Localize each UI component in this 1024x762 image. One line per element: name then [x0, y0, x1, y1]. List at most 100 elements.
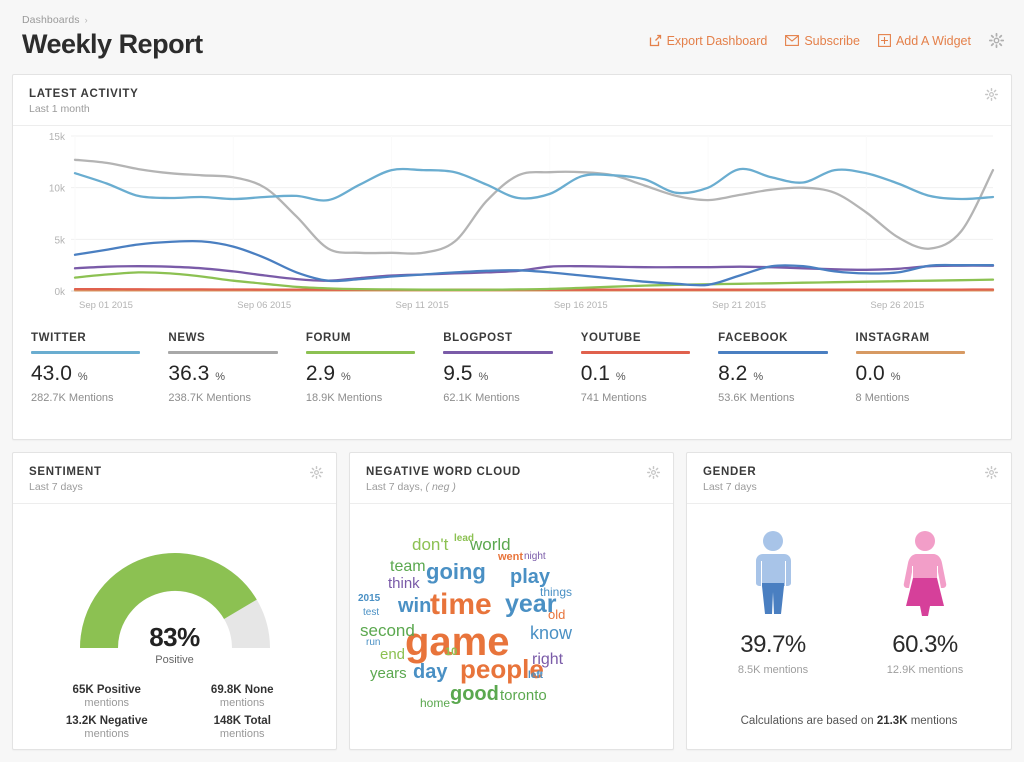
sentiment-gauge: 83% Positive [13, 518, 336, 678]
metric-card[interactable]: TWITTER 43.0% 282.7K Mentions [31, 332, 168, 404]
gender-female-percent: 60.3% [892, 631, 958, 658]
metric-card[interactable]: BLOGPOST 9.5% 62.1K Mentions [443, 332, 580, 404]
export-icon [649, 34, 662, 47]
gender-female-mentions: 12.9K mentions [886, 664, 964, 676]
word-cloud-term[interactable]: night [524, 552, 546, 562]
sentiment-total-value: 148K Total [213, 715, 271, 727]
word-cloud-term[interactable]: don't [412, 536, 448, 553]
metric-mentions: 238.7K Mentions [168, 392, 251, 404]
word-cloud-term[interactable]: think [388, 576, 420, 591]
gender-panel-title: GENDER [703, 466, 757, 478]
subscribe-button[interactable]: Subscribe [785, 34, 860, 48]
word-cloud-term[interactable]: things [540, 586, 572, 598]
sentiment-positive-value: 65K Positive [72, 684, 141, 696]
word-cloud-term[interactable]: went [498, 552, 523, 563]
breadcrumb-dashboards-link[interactable]: Dashboards [22, 14, 80, 26]
word-cloud-term[interactable]: old [548, 608, 565, 621]
subscribe-label: Subscribe [804, 33, 860, 48]
word-cloud-term[interactable]: play [510, 567, 550, 587]
metric-color-bar [168, 351, 278, 354]
metric-number: 2.9 [305, 362, 336, 385]
gender-footnote: Calculations are based on 21.3K mentions [687, 715, 1011, 727]
metric-mentions: 18.9K Mentions [305, 392, 383, 404]
chart-series-forum [73, 271, 995, 291]
line-chart-svg: 0k 5k 10k 15k Sep 01 2015 Sep 06 2015 Sep 11 2… [49, 132, 995, 311]
add-widget-button[interactable]: Add A Widget [877, 34, 971, 48]
gender-panel-header: GENDER Last 7 days [687, 453, 1011, 504]
gender-footnote-suffix: mentions [910, 715, 958, 727]
x-axis-tick-label: Sep 16 2015 [554, 300, 608, 311]
metric-name: FORUM [305, 332, 352, 344]
gender-footnote-prefix: Calculations are based on [740, 715, 874, 727]
word-cloud-term[interactable]: know [530, 624, 572, 642]
metric-unit: % [890, 371, 901, 383]
metric-value: 43.0% [31, 363, 140, 384]
word-cloud-term[interactable]: years [370, 666, 407, 681]
gender-panel-settings-button[interactable] [985, 466, 998, 484]
metric-unit: % [753, 371, 764, 383]
wordcloud-subtitle-filter: ( neg ) [425, 481, 456, 493]
wordcloud-panel-settings-button[interactable] [647, 466, 660, 484]
word-cloud-term[interactable]: right [532, 652, 563, 668]
activity-panel-settings-button[interactable] [985, 88, 998, 106]
channel-metrics-row: TWITTER 43.0% 282.7K Mentions NEWS 36.3%… [13, 332, 1011, 404]
word-cloud-term[interactable]: lead [454, 534, 474, 544]
activity-line-chart: 0k 5k 10k 15k Sep 01 2015 Sep 06 2015 Sep 11 2… [13, 126, 1013, 326]
metric-color-bar [31, 351, 141, 354]
wordcloud-panel-header: NEGATIVE WORD CLOUD Last 7 days, ( neg ) [350, 453, 673, 504]
word-cloud-term[interactable]: team [390, 559, 426, 575]
metric-color-bar [580, 351, 691, 354]
metric-unit: % [478, 371, 489, 383]
negative-word-cloud-panel: NEGATIVE WORD CLOUD Last 7 days, ( neg )… [349, 452, 674, 750]
word-cloud-term[interactable]: going [426, 561, 486, 583]
y-axis-tick-label: 10k [49, 184, 66, 195]
word-cloud-term[interactable]: run [366, 638, 380, 648]
metric-mentions: 62.1K Mentions [443, 392, 520, 404]
metric-card[interactable]: INSTAGRAM 0.0% 8 Mentions [855, 332, 993, 404]
metric-card[interactable]: NEWS 36.3% 238.7K Mentions [168, 332, 305, 404]
word-cloud-term[interactable]: home [420, 697, 450, 709]
sentiment-none-label: mentions [219, 697, 265, 709]
metric-number: 8.2 [718, 362, 748, 385]
header-actions: Export Dashboard Subscribe Add A Widget [649, 33, 1004, 48]
metric-color-bar [443, 351, 553, 354]
activity-panel-title: LATEST ACTIVITY [29, 88, 139, 100]
word-cloud-term[interactable]: test [363, 608, 379, 618]
metric-value: 2.9% [306, 363, 415, 384]
metric-color-bar [718, 351, 828, 354]
gear-icon [310, 466, 323, 479]
export-dashboard-label: Export Dashboard [666, 33, 768, 48]
word-cloud-term[interactable]: left [528, 671, 543, 681]
metric-unit: % [615, 371, 626, 383]
metric-card[interactable]: FACEBOOK 8.2% 53.6K Mentions [718, 332, 855, 404]
page-header: Dashboards › Weekly Report Export Dashboa… [0, 0, 1024, 68]
metric-mentions: 282.7K Mentions [31, 392, 114, 404]
sentiment-positive-label: mentions [84, 697, 130, 709]
word-cloud-term[interactable]: 10 [445, 647, 457, 658]
word-cloud-term[interactable]: win [398, 596, 431, 616]
word-cloud-term[interactable]: 2015 [358, 594, 380, 604]
gauge-center-readout: 83% Positive [13, 622, 336, 666]
gear-icon [647, 466, 660, 479]
metric-color-bar [305, 351, 416, 354]
metric-card[interactable]: YOUTUBE 0.1% 741 Mentions [580, 332, 718, 404]
metric-unit: % [215, 371, 226, 383]
dashboard-settings-button[interactable] [989, 33, 1004, 48]
sentiment-negative-value: 13.2K Negative [65, 715, 148, 727]
sentiment-stats-right: 69.8K None mentions 148K Total mentions [175, 684, 311, 746]
chart-series-twitter [73, 167, 995, 202]
word-cloud-term[interactable]: end [380, 647, 405, 662]
metric-name: FACEBOOK [718, 332, 789, 344]
export-dashboard-button[interactable]: Export Dashboard [649, 33, 768, 48]
x-axis-tick-label: Sep 01 2015 [79, 300, 133, 311]
word-cloud-term[interactable]: toronto [500, 688, 547, 703]
sentiment-panel-settings-button[interactable] [310, 466, 323, 484]
metric-value: 0.1% [581, 363, 690, 384]
word-cloud-term[interactable]: time [430, 590, 492, 620]
word-cloud-term[interactable]: good [450, 684, 499, 704]
word-cloud-term[interactable]: day [413, 662, 447, 682]
sentiment-negative-label: mentions [84, 728, 130, 740]
metric-name: NEWS [168, 332, 206, 344]
metric-card[interactable]: FORUM 2.9% 18.9K Mentions [305, 332, 443, 404]
metric-mentions: 53.6K Mentions [718, 392, 795, 404]
